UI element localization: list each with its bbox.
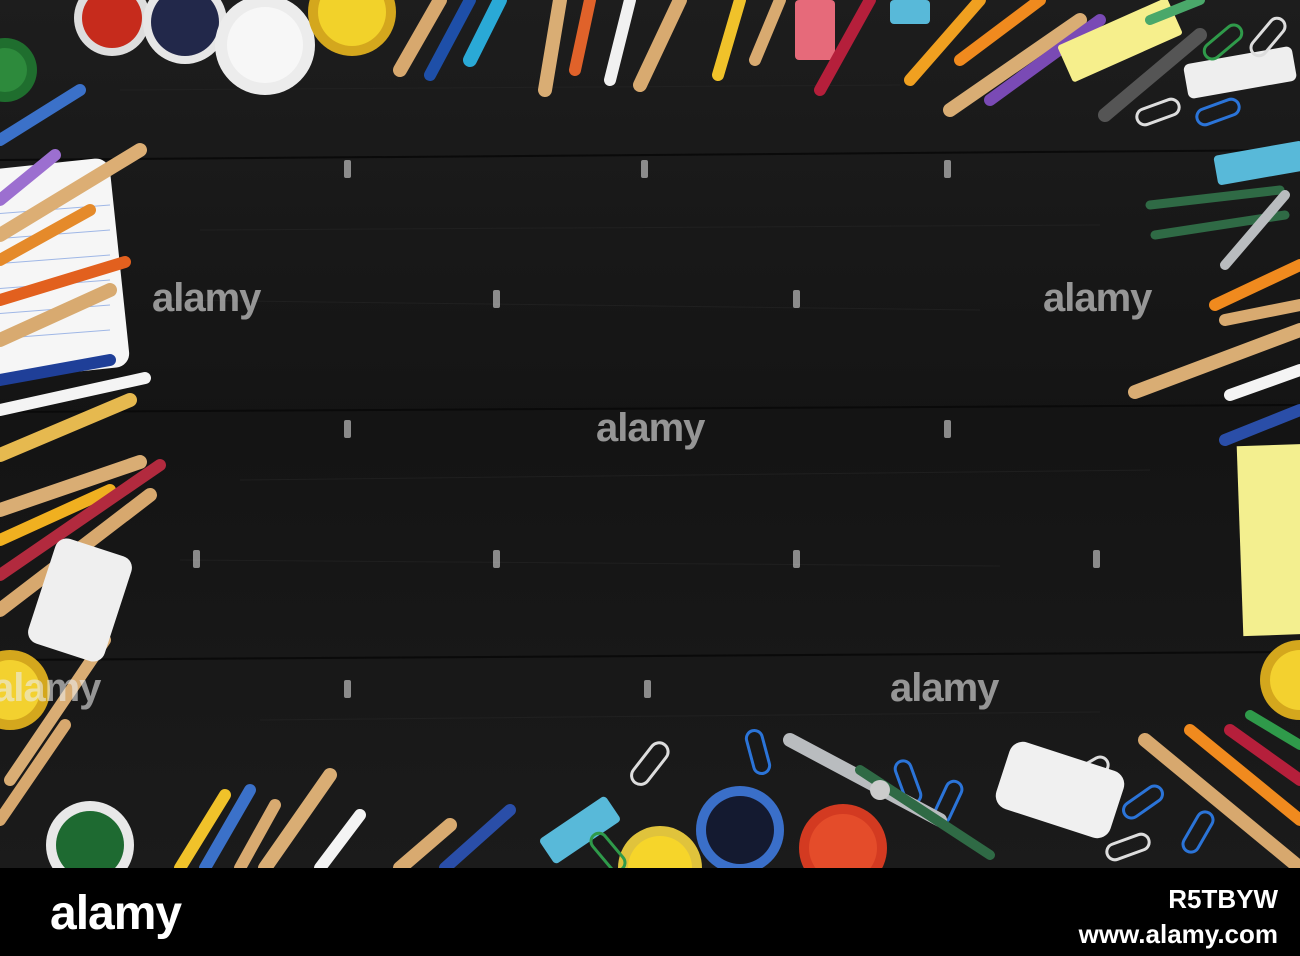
watermark-tick bbox=[344, 160, 351, 178]
image-id: R5TBYW bbox=[1168, 884, 1278, 914]
watermark-tick bbox=[793, 550, 800, 568]
footer-url: www.alamy.com bbox=[1078, 919, 1278, 949]
footer-bar: alamy R5TBYW www.alamy.com bbox=[0, 868, 1300, 956]
footer-info: R5TBYW www.alamy.com bbox=[1079, 884, 1278, 950]
watermark-tick bbox=[944, 160, 951, 178]
watermark-tick bbox=[641, 160, 648, 178]
watermark: alamy bbox=[152, 276, 261, 320]
watermark: alamy bbox=[0, 666, 101, 710]
watermark-tick bbox=[344, 680, 351, 698]
watermark-tick bbox=[193, 550, 200, 568]
watermark-tick bbox=[344, 420, 351, 438]
watermark-tick bbox=[793, 290, 800, 308]
watermark: alamy bbox=[596, 406, 705, 450]
stock-photo: alamy alamy alamy alamy alamy bbox=[0, 0, 1300, 868]
watermark-tick bbox=[644, 680, 651, 698]
watermark-tick bbox=[493, 550, 500, 568]
footer-logo: alamy bbox=[50, 887, 182, 940]
watermark-tick bbox=[1093, 550, 1100, 568]
watermark-tick bbox=[944, 420, 951, 438]
watermark: alamy bbox=[1043, 276, 1152, 320]
watermark-tick bbox=[493, 290, 500, 308]
watermark: alamy bbox=[890, 666, 999, 710]
